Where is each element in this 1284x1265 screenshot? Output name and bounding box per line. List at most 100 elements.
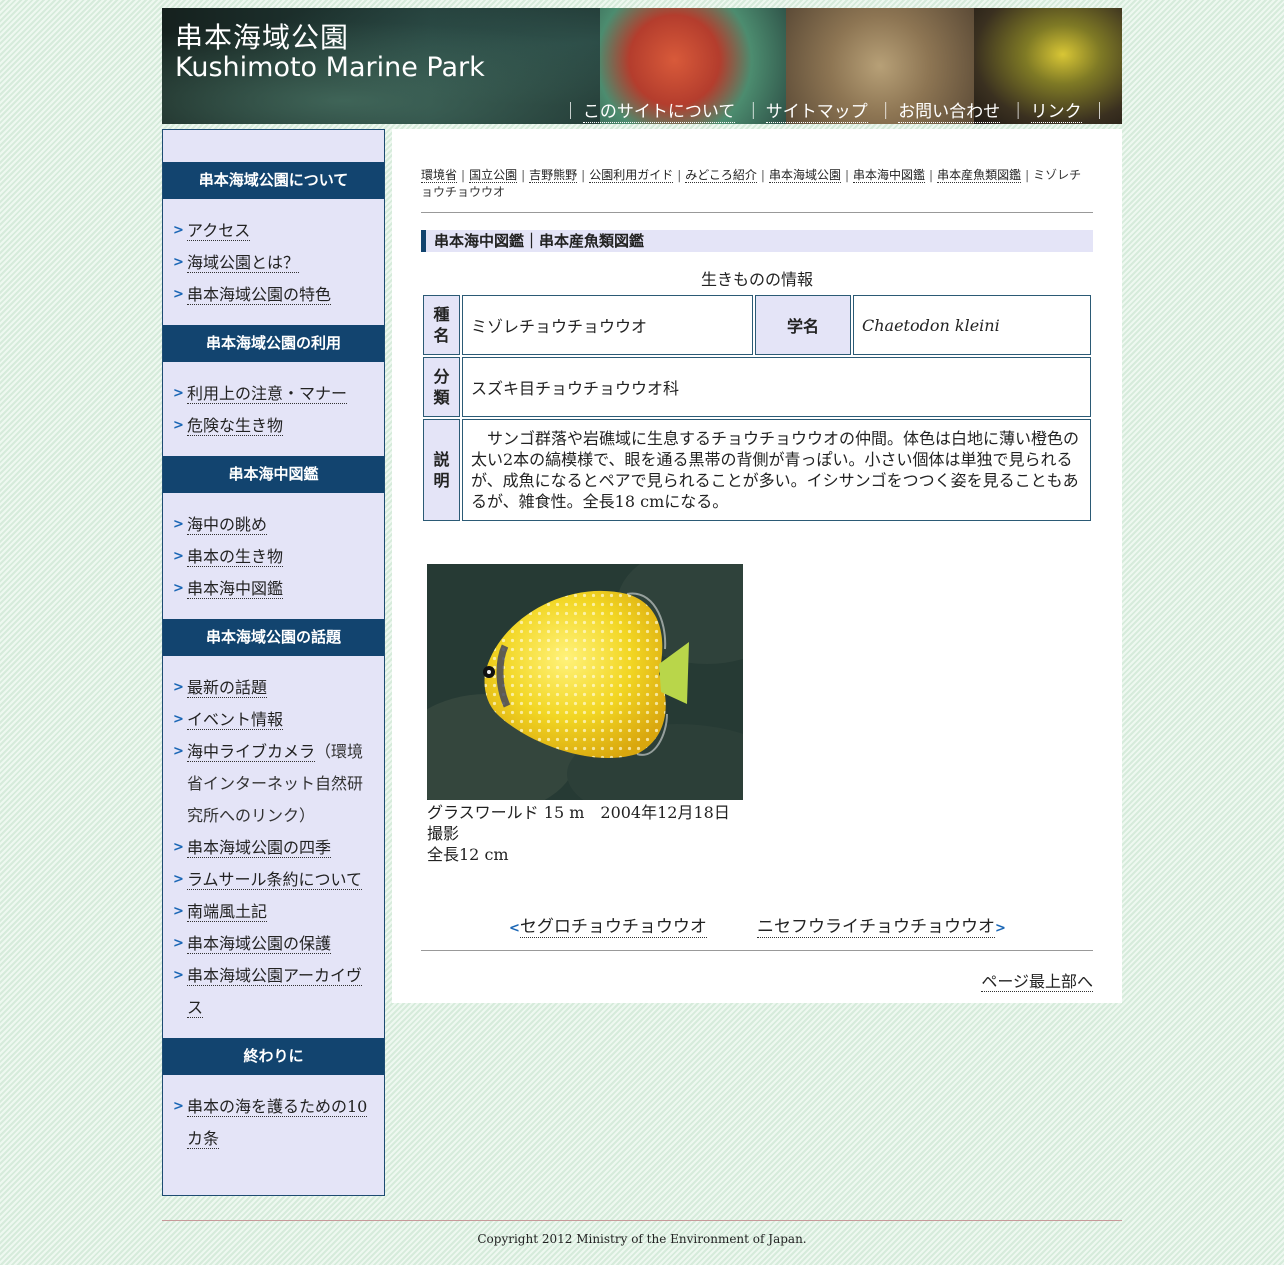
breadcrumb-separator: | [844,168,849,182]
chevron-right-icon: > [173,968,184,983]
chevron-right-icon: > [173,386,184,401]
sidebar-item: > 南端風土記 [173,896,368,928]
photo-caption: グラスワールド 15 m 2004年12月18日撮影 全長12 cm [427,802,743,865]
chevron-right-icon: > [173,581,184,596]
chevron-right-icon: > [995,921,1006,936]
table-caption: 生きものの情報 [700,270,813,289]
breadcrumb-link[interactable]: 環境省 [421,168,458,183]
sidebar-list: > アクセス > 海域公園とは？ > 串本海域公園の特色 [163,199,384,325]
sidebar-link-latest-topics[interactable]: 最新の話題 [187,678,268,698]
breadcrumb-link[interactable]: 串本産魚類図鑑 [937,168,1022,183]
sidebar-section-title: 串本海域公園の話題 [163,619,384,656]
chevron-right-icon: > [173,872,184,887]
fish-illustration [427,564,743,800]
breadcrumb-link[interactable]: みどころ紹介 [685,168,757,183]
sidebar-link-access[interactable]: アクセス [187,221,251,241]
chevron-right-icon: > [173,840,184,855]
breadcrumb-separator: | [581,168,586,182]
site-title-ja: 串本海域公園 [175,21,350,54]
sidebar-list: > 最新の話題 > イベント情報 > 海中ライブカメラ（環境省インターネット自然研究所… [163,656,384,1038]
main-content: 環境省 | 国立公園 | 吉野熊野 | 公園利用ガイド | みどころ紹介 | 串本海域公園 | 串本海中… [392,129,1122,1003]
sidebar-link-four-seasons[interactable]: 串本海域公園の四季 [187,838,332,858]
sidebar-link-ramsar[interactable]: ラムサール条約について [187,870,363,890]
classification-label: 分類 [423,357,460,417]
chevron-right-icon: > [173,287,184,302]
breadcrumb-separator: | [677,168,682,182]
sidebar-link-about-marine-park[interactable]: 海域公園とは？ [187,253,300,273]
chevron-right-icon: > [173,712,184,727]
sidebar-item: > 串本海域公園の保護 [173,928,368,960]
sidebar-section-title: 串本海域公園の利用 [163,325,384,362]
breadcrumb-separator: | [461,168,466,182]
chevron-right-icon: > [173,1099,184,1114]
nav-about[interactable]: このサイトについて [582,102,736,123]
photo-block: グラスワールド 15 m 2004年12月18日撮影 全長12 cm [427,564,743,865]
sidebar-link-ten-rules[interactable]: 串本の海を護るための10カ条 [187,1097,368,1149]
description-value: サンゴ群落や岩礁域に生息するチョウチョウウオの仲間。体色は白地に薄い橙色の太い2… [462,419,1091,521]
nav-separator: ｜ [1009,102,1027,122]
breadcrumb-link[interactable]: 吉野熊野 [529,168,578,183]
nav-links[interactable]: リンク [1030,102,1082,123]
breadcrumb-link[interactable]: 串本海域公園 [768,168,841,183]
sidebar-item: > 串本海域公園アーカイヴス [173,960,368,1024]
chevron-right-icon: > [173,680,184,695]
description-label: 説明 [423,419,460,521]
breadcrumb-separator: | [760,168,765,182]
nav-sitemap[interactable]: サイトマップ [765,102,868,123]
breadcrumb-link[interactable]: 串本海中図鑑 [853,168,926,183]
sidebar-item: > 利用上の注意・マナー [173,378,368,410]
sidebar-list: > 串本の海を護るための10カ条 [163,1075,384,1169]
chevron-left-icon: < [509,921,520,936]
sidebar-link-dangerous-creatures[interactable]: 危険な生き物 [187,416,284,436]
chevron-right-icon: > [173,255,184,270]
sidebar-item: > 串本海域公園の特色 [173,279,368,311]
sidebar-link-events[interactable]: イベント情報 [187,710,284,730]
sidebar-item: > 海中の眺め [173,509,368,541]
sidebar-item: > 串本の生き物 [173,541,368,573]
sidebar-link-nantan-fudoki[interactable]: 南端風土記 [187,902,268,922]
sidebar-link-encyclopedia[interactable]: 串本海中図鑑 [187,579,284,599]
chevron-right-icon: > [173,744,184,759]
sidebar-link-features[interactable]: 串本海域公園の特色 [187,285,332,305]
section-heading: 串本海中図鑑｜串本産魚類図鑑 [421,230,1093,252]
photo-caption-line1: グラスワールド 15 m 2004年12月18日撮影 [427,803,730,843]
breadcrumb-link[interactable]: 国立公園 [469,168,518,183]
sidebar-list: > 利用上の注意・マナー > 危険な生き物 [163,362,384,456]
prev-species-link[interactable]: セグロチョウチョウウオ [519,917,707,938]
copyright-text: Copyright 2012 Ministry of the Environme… [477,1232,807,1246]
sidebar-item: > 海域公園とは？ [173,247,368,279]
next-species-link[interactable]: ニセフウライチョウチョウウオ [757,917,995,938]
sidebar-link-protection[interactable]: 串本海域公園の保護 [187,934,332,954]
species-info-table: 種名 ミゾレチョウチョウウオ 学名 Chaetodon kleini 分類 スズ… [421,293,1093,523]
sidebar-link-manners[interactable]: 利用上の注意・マナー [187,384,348,404]
chevron-right-icon: > [173,936,184,951]
divider [421,212,1093,213]
sidebar-link-live-camera[interactable]: 海中ライブカメラ [187,742,316,762]
header-nav: ｜このサイトについて ｜サイトマップ ｜お問い合わせ ｜リンク ｜ [558,97,1112,123]
sidebar-link-archives[interactable]: 串本海域公園アーカイヴス [187,966,363,1018]
back-to-top-link[interactable]: ページ最上部へ [981,972,1093,992]
sidebar-section-title: 串本海域公園について [163,162,384,199]
sidebar-link-creatures[interactable]: 串本の生き物 [187,547,284,567]
breadcrumb-link[interactable]: 公園利用ガイド [589,168,674,183]
to-top-wrap: ページ最上部へ [421,968,1093,992]
sidebar-section-title: 終わりに [163,1038,384,1075]
sidebar-item: > 串本の海を護るための10カ条 [173,1091,368,1155]
chevron-right-icon: > [173,904,184,919]
sidebar-link-underwater-view[interactable]: 海中の眺め [187,515,268,535]
pager-prev: <セグロチョウチョウウオ [509,912,707,938]
chevron-right-icon: > [173,223,184,238]
sidebar-list: > 海中の眺め > 串本の生き物 > 串本海中図鑑 [163,493,384,619]
sidebar-item: > イベント情報 [173,704,368,736]
nav-contact[interactable]: お問い合わせ [898,102,1001,123]
nav-separator: ｜ [561,102,579,122]
breadcrumb: 環境省 | 国立公園 | 吉野熊野 | 公園利用ガイド | みどころ紹介 | 串本海域公園 | 串本海中… [421,167,1093,201]
classification-value: スズキ目チョウチョウウオ科 [462,357,1091,417]
chevron-right-icon: > [173,517,184,532]
pager: <セグロチョウチョウウオ ニセフウライチョウチョウウオ> [421,912,1093,938]
photo-caption-line2: 全長12 cm [427,845,509,864]
scientific-value: Chaetodon kleini [853,295,1091,355]
species-value: ミゾレチョウチョウウオ [462,295,753,355]
species-label: 種名 [423,295,460,355]
breadcrumb-separator: | [929,168,934,182]
